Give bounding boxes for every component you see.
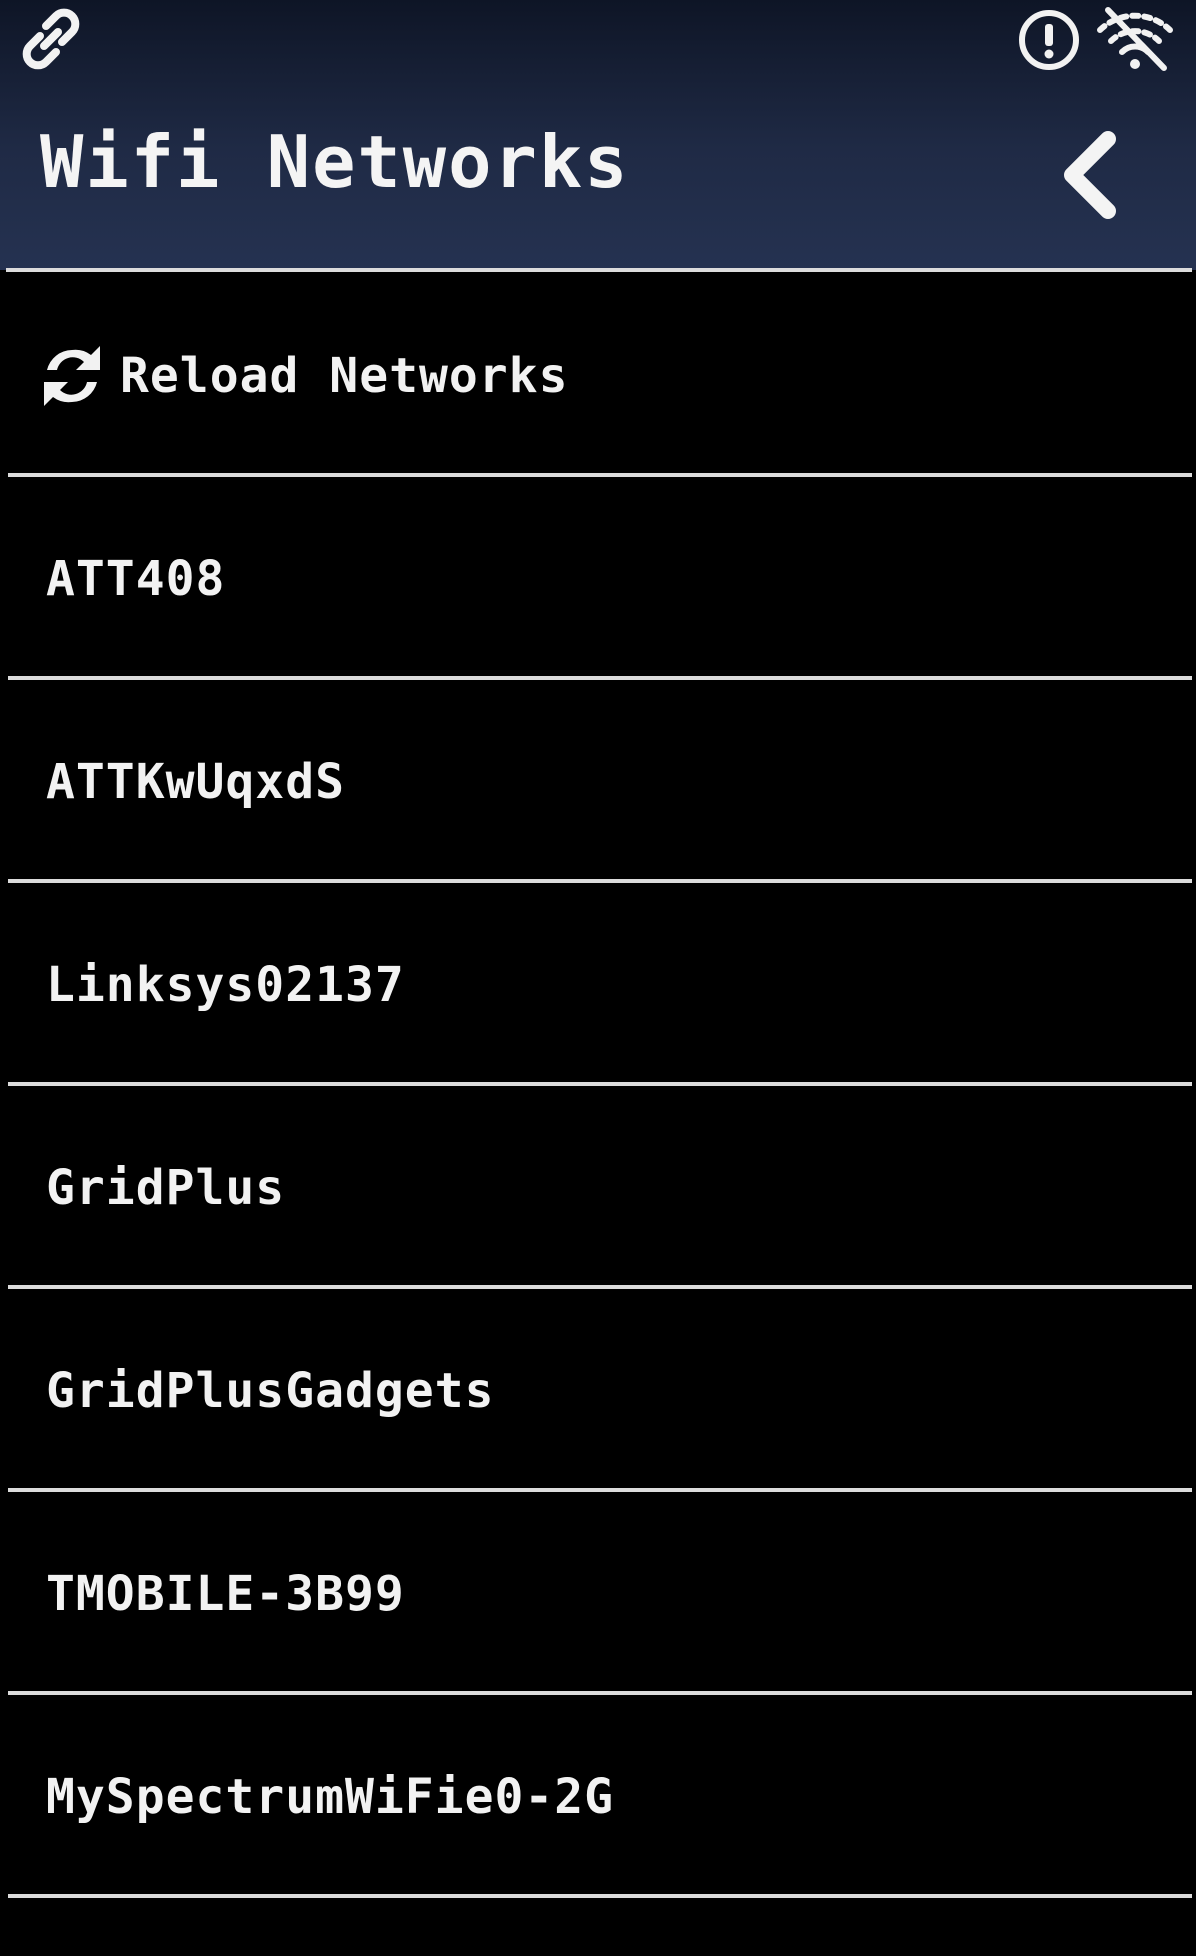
network-item-tmobile-3b99[interactable]: TMOBILE-3B99	[0, 1492, 1196, 1695]
network-item-att408[interactable]: ATT408	[0, 477, 1196, 680]
header: Wifi Networks	[0, 0, 1196, 270]
status-bar	[0, 0, 1196, 80]
network-item-gridplusgadgets[interactable]: GridPlusGadgets	[0, 1289, 1196, 1492]
network-item-attkwuqxds[interactable]: ATTKwUqxdS	[0, 680, 1196, 883]
row-divider	[8, 1894, 1192, 1898]
alert-circle-icon	[1014, 4, 1084, 74]
reload-networks-label: Reload Networks	[120, 347, 569, 404]
chevron-left-icon	[1064, 131, 1116, 219]
wifi-off-icon	[1094, 4, 1176, 74]
reload-networks-button[interactable]: Reload Networks	[0, 274, 1196, 477]
link-icon	[16, 4, 86, 74]
network-name: GridPlusGadgets	[46, 1362, 495, 1419]
network-name: Linksys02137	[46, 956, 405, 1013]
network-item-linksys02137[interactable]: Linksys02137	[0, 883, 1196, 1086]
network-name: MySpectrumWiFie0-2G	[46, 1768, 615, 1825]
network-item-myspectrumwifie0-2g[interactable]: MySpectrumWiFie0-2G	[0, 1695, 1196, 1898]
network-name: ATTKwUqxdS	[46, 753, 345, 810]
network-name: TMOBILE-3B99	[46, 1565, 405, 1622]
network-name: ATT408	[46, 550, 226, 607]
page-title: Wifi Networks	[40, 120, 630, 204]
back-button[interactable]	[1050, 125, 1130, 225]
network-item-gridplus[interactable]: GridPlus	[0, 1086, 1196, 1289]
header-divider	[6, 268, 1192, 272]
wifi-networks-screen: Wifi Networks Reload Networks ATT408 ATT…	[0, 0, 1196, 1956]
network-list: Reload Networks ATT408 ATTKwUqxdS Linksy…	[0, 274, 1196, 1898]
refresh-icon	[38, 342, 106, 410]
network-name: GridPlus	[46, 1159, 286, 1216]
